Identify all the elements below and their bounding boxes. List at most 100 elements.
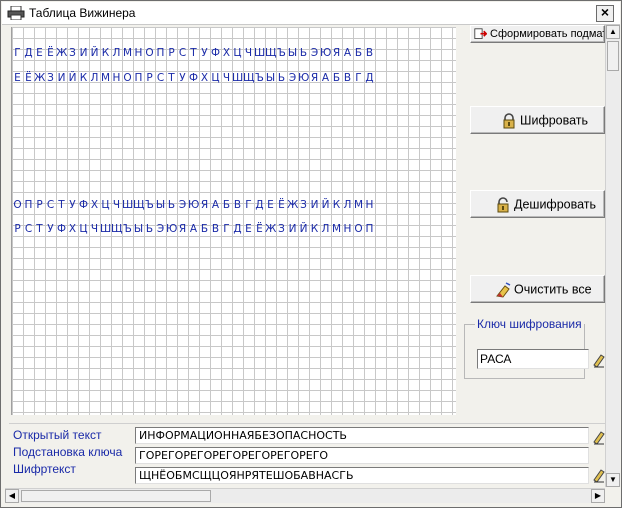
grid-cell[interactable]: Ъ	[144, 199, 155, 212]
scroll-down-icon[interactable]: ▼	[606, 473, 620, 487]
grid-cell[interactable]: Я	[177, 223, 188, 236]
grid-cell[interactable]: Ж	[265, 223, 276, 236]
grid-cell[interactable]: В	[210, 223, 221, 236]
grid-cell[interactable]: А	[210, 199, 221, 212]
open-text-edit-icon[interactable]	[593, 429, 605, 445]
grid-cell[interactable]: Ю	[298, 72, 309, 85]
grid-cell[interactable]: Щ	[265, 47, 276, 60]
grid-cell[interactable]: Я	[309, 72, 320, 85]
grid-cell[interactable]: Ю	[320, 47, 331, 60]
grid-cell[interactable]: Х	[199, 72, 210, 85]
grid-cell[interactable]: Ш	[122, 199, 133, 212]
vertical-scroll-thumb[interactable]	[607, 41, 619, 71]
grid-cell[interactable]: О	[144, 47, 155, 60]
grid-cell[interactable]: Ь	[144, 223, 155, 236]
grid-cell[interactable]: Ш	[100, 223, 111, 236]
grid-cell[interactable]: У	[177, 72, 188, 85]
grid-cell[interactable]: Ч	[221, 72, 232, 85]
scroll-right-icon[interactable]: ▶	[591, 489, 605, 503]
grid-cell[interactable]: Ё	[276, 199, 287, 212]
grid-cell[interactable]: Л	[111, 47, 122, 60]
grid-cell[interactable]: М	[100, 72, 111, 85]
grid-cell[interactable]: В	[232, 199, 243, 212]
grid-cell[interactable]: Х	[221, 47, 232, 60]
grid-cell[interactable]: П	[364, 223, 375, 236]
grid-cell[interactable]: Ы	[287, 47, 298, 60]
grid-cell[interactable]: М	[122, 47, 133, 60]
grid-cell[interactable]: Ф	[188, 72, 199, 85]
grid-cell[interactable]: Я	[199, 199, 210, 212]
scroll-up-icon[interactable]: ▲	[606, 25, 620, 39]
grid-cell[interactable]: Ъ	[254, 72, 265, 85]
grid-cell[interactable]: И	[309, 199, 320, 212]
grid-cell[interactable]: Т	[166, 72, 177, 85]
grid-cell[interactable]: Р	[34, 199, 45, 212]
grid-cell[interactable]: Ё	[23, 72, 34, 85]
grid-cell[interactable]: Л	[342, 199, 353, 212]
scroll-left-icon[interactable]: ◀	[5, 489, 19, 503]
grid-cell[interactable]: Э	[155, 223, 166, 236]
grid-cell[interactable]: И	[78, 47, 89, 60]
grid-cell[interactable]: Н	[342, 223, 353, 236]
grid-cell[interactable]: Ь	[276, 72, 287, 85]
grid-cell[interactable]: Л	[320, 223, 331, 236]
grid-cell[interactable]: Н	[111, 72, 122, 85]
grid-cell[interactable]: Э	[177, 199, 188, 212]
grid-cell[interactable]: З	[276, 223, 287, 236]
grid-cell[interactable]: Ъ	[276, 47, 287, 60]
grid-cell[interactable]: Д	[23, 47, 34, 60]
grid-cell[interactable]: Б	[331, 72, 342, 85]
grid-cell[interactable]: Р	[12, 223, 23, 236]
grid-cell[interactable]: Г	[243, 199, 254, 212]
grid-cell[interactable]: Э	[309, 47, 320, 60]
grid-cell[interactable]: С	[45, 199, 56, 212]
grid-cell[interactable]: Ж	[34, 72, 45, 85]
grid-cell[interactable]: Ь	[298, 47, 309, 60]
key-input[interactable]: РАСА	[477, 349, 589, 369]
grid-cell[interactable]: Т	[34, 223, 45, 236]
close-button[interactable]: ×	[596, 5, 614, 22]
grid-cell[interactable]: Х	[67, 223, 78, 236]
grid-cell[interactable]: Ы	[133, 223, 144, 236]
open-text-field[interactable]: ИНФОРМАЦИОННАЯБЕЗОПАСНОСТЬ	[135, 427, 589, 444]
grid-cell[interactable]: П	[155, 47, 166, 60]
grid-cell[interactable]: И	[56, 72, 67, 85]
decrypt-button[interactable]: Дешифровать	[470, 190, 605, 218]
grid-cell[interactable]: З	[45, 72, 56, 85]
grid-cell[interactable]: Ъ	[122, 223, 133, 236]
grid-cell[interactable]: Й	[298, 223, 309, 236]
grid-cell[interactable]: С	[155, 72, 166, 85]
grid-cell[interactable]: Ц	[78, 223, 89, 236]
grid-cell[interactable]: К	[331, 199, 342, 212]
cipher-field[interactable]: ЩНЁОБМСЩЦОЯНРЯТЕШОБАВНАСГЬ	[135, 467, 589, 484]
vertical-scrollbar[interactable]: ▲ ▼	[605, 25, 620, 487]
grid-cell[interactable]: П	[133, 72, 144, 85]
grid-cell[interactable]: В	[342, 72, 353, 85]
grid-cell[interactable]: Ш	[232, 72, 243, 85]
grid-cell[interactable]: Ю	[188, 199, 199, 212]
grid-cell[interactable]: Ц	[232, 47, 243, 60]
clear-all-button[interactable]: Очистить все	[470, 275, 605, 303]
grid-cell[interactable]: Ц	[100, 199, 111, 212]
grid-cell[interactable]: Е	[265, 199, 276, 212]
grid-cell[interactable]: Ф	[210, 47, 221, 60]
grid-cell[interactable]: У	[199, 47, 210, 60]
grid-cell[interactable]: Т	[188, 47, 199, 60]
grid-cell[interactable]: С	[177, 47, 188, 60]
grid-cell[interactable]: М	[331, 223, 342, 236]
grid-cell[interactable]: Ё	[45, 47, 56, 60]
grid-cell[interactable]: А	[320, 72, 331, 85]
grid-cell[interactable]: Х	[89, 199, 100, 212]
key-edit-icon[interactable]	[593, 352, 605, 368]
encrypt-button[interactable]: Шифровать	[470, 106, 605, 134]
grid-cell[interactable]: Ч	[243, 47, 254, 60]
grid-cell[interactable]: О	[122, 72, 133, 85]
grid-cell[interactable]: Й	[67, 72, 78, 85]
grid-cell[interactable]: Г	[353, 72, 364, 85]
grid-cell[interactable]: С	[23, 223, 34, 236]
grid-cell[interactable]: З	[67, 47, 78, 60]
grid-cell[interactable]: Щ	[133, 199, 144, 212]
grid-cell[interactable]: Д	[364, 72, 375, 85]
grid-cell[interactable]: Е	[12, 72, 23, 85]
grid-cell[interactable]: Н	[133, 47, 144, 60]
